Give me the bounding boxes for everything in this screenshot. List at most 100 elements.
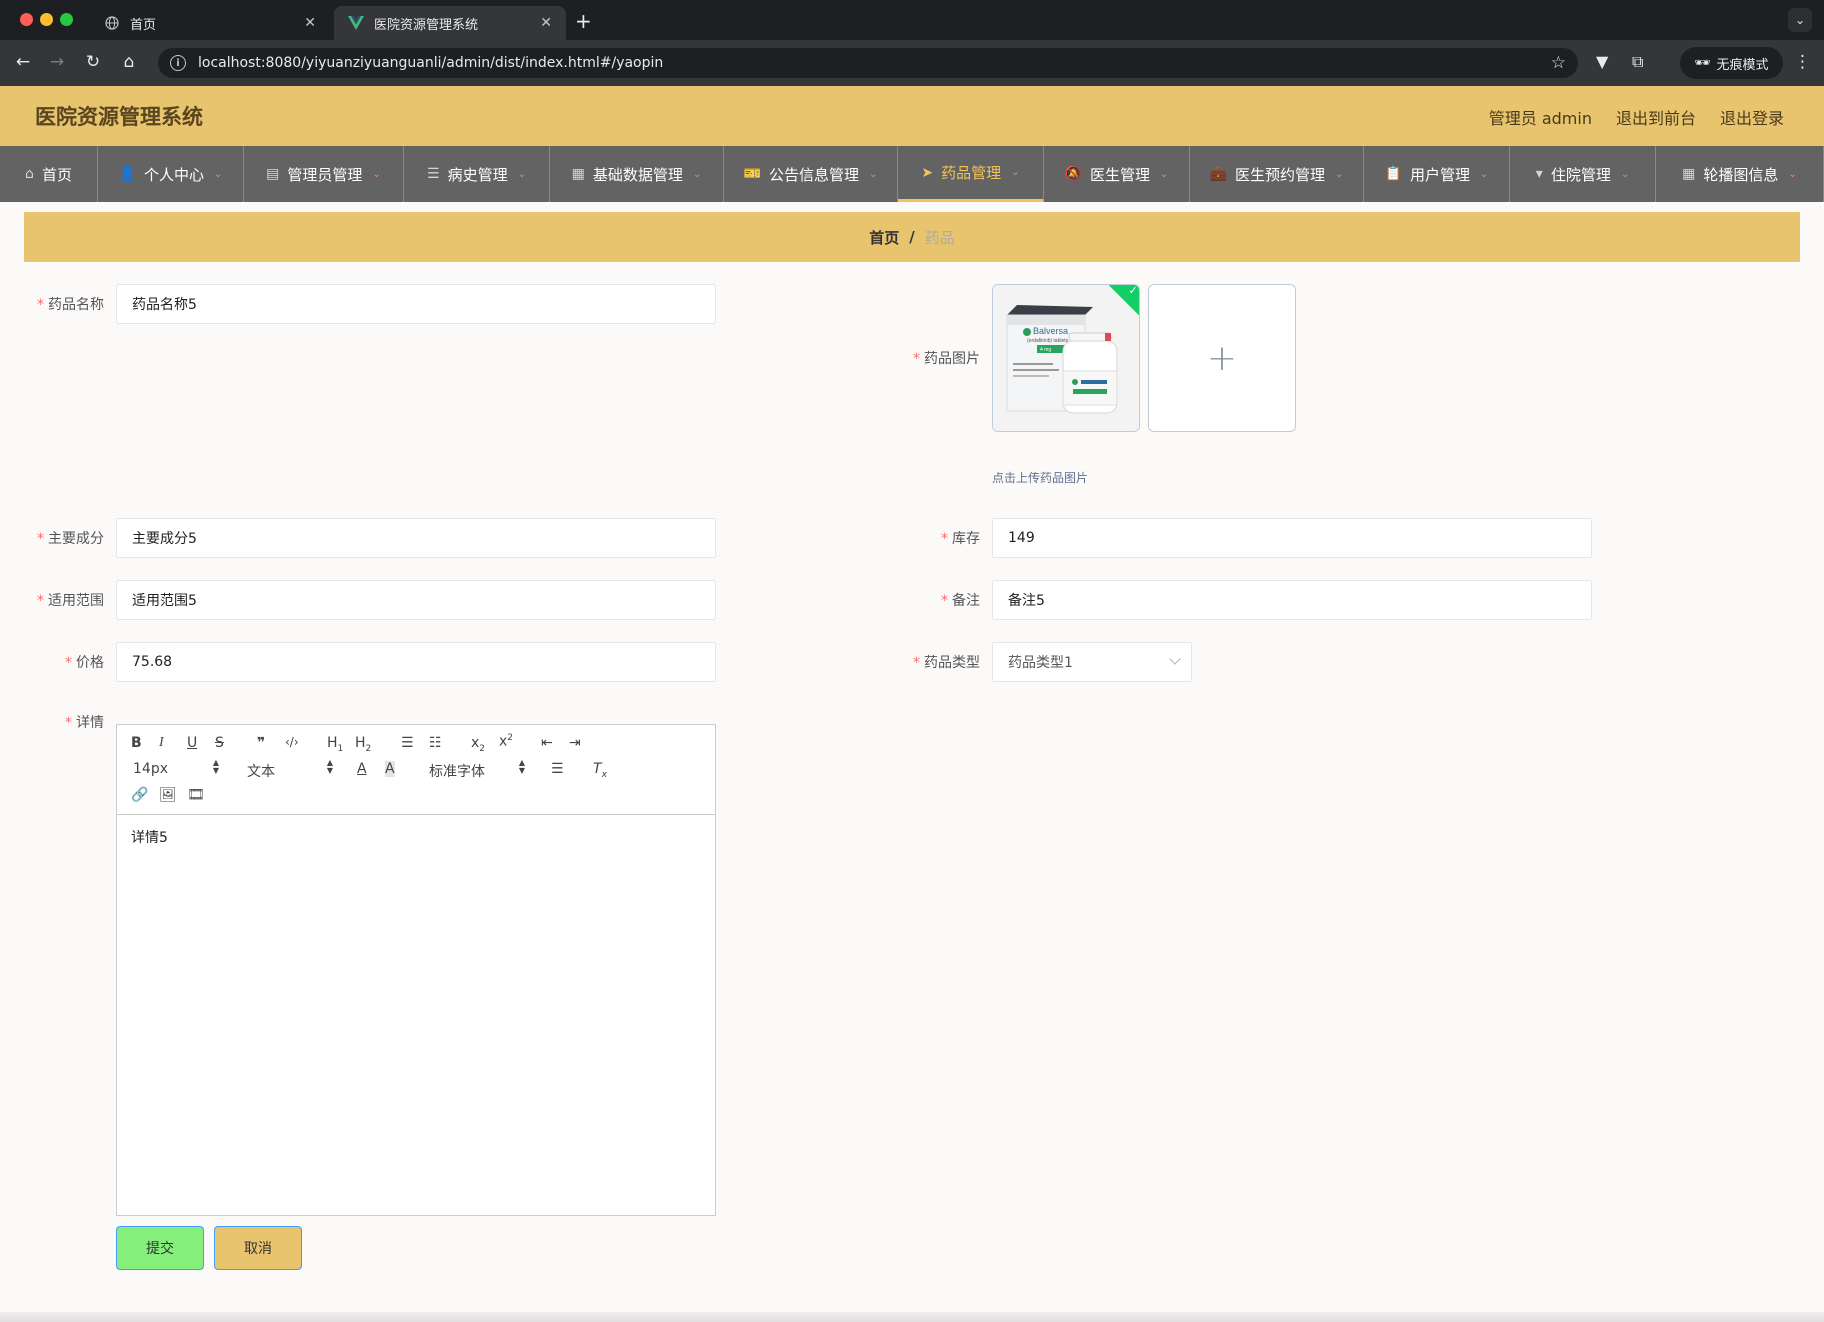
block-type-select[interactable]: 文本 ▲ ▼ [247,759,333,781]
uploaded-image-thumbnail[interactable]: Balversa (erdafitinib) tablets 4 mg ✓ [992,284,1140,432]
nav-item[interactable]: ➤ 药品管理 ⌄ [898,146,1044,202]
italic-icon[interactable]: I [159,735,164,751]
nav-item[interactable]: ⌂ 首页 [0,146,98,202]
code-block-icon[interactable]: ‹/› [285,735,299,749]
nav-item-label: 基础数据管理 [592,165,683,184]
nav-item[interactable]: 📋 用户管理 ⌄ [1364,146,1510,202]
forward-arrow-icon[interactable]: → [46,52,68,72]
url-text[interactable]: localhost:8080/yiyuanziyuanguanli/admin/… [198,55,1551,71]
nav-item[interactable]: ▾ 住院管理 ⌄ [1510,146,1656,202]
window-minimize-button[interactable] [40,13,53,26]
type-select[interactable]: 药品类型1 [992,642,1192,682]
type-label: * 药品类型 [913,655,980,671]
underline-icon[interactable]: U [187,735,197,751]
bookmark-star-icon[interactable]: ☆ [1551,53,1566,73]
window-zoom-button[interactable] [60,13,73,26]
image-icon[interactable]: 🖼 [159,787,177,803]
nav-item-label: 医生管理 [1090,165,1151,184]
submit-button[interactable]: 提交 [116,1226,204,1270]
nav-item-label: 公告信息管理 [769,165,860,184]
more-menu-icon[interactable]: ⋮ [1794,52,1811,72]
window-close-button[interactable] [20,13,33,26]
clipboard-icon: 📋 [1384,166,1403,182]
page-bottom-edge [0,1312,1824,1322]
chevron-down-icon: ⌄ [692,168,702,180]
background-color-icon[interactable]: A [385,761,395,777]
text-color-icon[interactable]: A [357,761,367,777]
align-icon[interactable]: ☰ [551,761,564,777]
updown-icon: ▲ ▼ [212,758,219,775]
reload-icon[interactable]: ↻ [82,52,104,72]
home-icon[interactable]: ⌂ [118,52,140,72]
price-field[interactable]: 75.68 [116,642,716,682]
remark-label: * 备注 [941,593,980,609]
user-area: 管理员 admin 退出到前台 退出登录 [1489,105,1784,129]
close-icon[interactable]: ✕ [540,15,552,31]
font-size-select[interactable]: 14px ▲ ▼ [133,758,219,778]
clear-format-icon[interactable]: Tx [593,761,607,780]
logout-link[interactable]: 退出登录 [1720,105,1784,129]
heading1-icon[interactable]: H1 [327,735,343,754]
indent-icon[interactable]: ⇥ [569,735,581,751]
detail-label: * 详情 [65,715,104,731]
user-icon: 👤 [118,166,137,182]
breadcrumb-home[interactable]: 首页 [869,227,899,248]
breadcrumb-current: 药品 [924,228,955,247]
nav-item[interactable]: ▦ 基础数据管理 ⌄ [550,146,724,202]
page-content: 医院资源管理系统 管理员 admin 退出到前台 退出登录 ⌂ 首页 👤 个人中心 ⌄ ▤… [0,86,1824,1322]
ordered-list-icon[interactable]: ☰ [401,735,414,751]
browser-tab-active[interactable]: 医院资源管理系统 ✕ [334,6,566,40]
editor-content[interactable]: 详情5 [117,815,715,859]
scope-field[interactable]: 适用范围5 [116,580,716,620]
outdent-icon[interactable]: ⇤ [541,735,553,751]
superscript-icon[interactable]: x2 [499,733,513,750]
updown-icon: ▲ ▼ [518,758,525,775]
incognito-badge[interactable]: 🕶 无痕模式 [1680,47,1783,79]
info-icon[interactable]: i [170,55,186,71]
cancel-button[interactable]: 取消 [214,1226,302,1270]
chevron-down-icon[interactable]: ⌄ [1788,8,1812,32]
app-title: 医院资源管理系统 [35,105,203,129]
browser-tab-bar: 首页 ✕ 医院资源管理系统 ✕ + ⌄ [0,0,1824,40]
new-tab-button[interactable]: + [575,9,592,33]
heading2-icon[interactable]: H2 [355,735,371,754]
video-icon[interactable]: 🎞 [187,787,205,803]
close-icon[interactable]: ✕ [304,15,316,31]
vue-devtools-icon[interactable]: ▼ [1596,52,1608,71]
ingredient-field[interactable]: 主要成分5 [116,518,716,558]
upload-add-button[interactable]: + [1148,284,1296,432]
blockquote-icon[interactable]: ❞ [257,735,265,751]
nav-item[interactable]: ▦ 轮播图信息 ⌄ [1656,146,1824,202]
stock-field[interactable]: 149 [992,518,1592,558]
remark-field[interactable]: 备注5 [992,580,1592,620]
link-icon[interactable]: 🔗 [131,787,148,803]
svg-text:4 mg: 4 mg [1040,347,1051,353]
bold-icon[interactable]: B [131,735,142,751]
nav-item[interactable]: ▤ 管理员管理 ⌄ [244,146,404,202]
to-front-link[interactable]: 退出到前台 [1616,105,1696,129]
chevron-down-icon: ⌄ [517,168,526,180]
back-arrow-icon[interactable]: ← [12,52,34,72]
nav-item[interactable]: 👤 个人中心 ⌄ [98,146,244,202]
chevron-down-icon: ⌄ [1788,168,1797,180]
extensions-icon[interactable]: ⧉ [1632,52,1643,72]
nav-item[interactable]: ☰ 病史管理 ⌄ [404,146,550,202]
apps-icon: ▦ [1682,166,1696,182]
nav-item[interactable]: 💼 医生预约管理 ⌄ [1190,146,1364,202]
chevron-down-icon: ⌄ [1620,168,1630,180]
nav-item-label: 首页 [41,165,72,184]
address-bar[interactable]: i localhost:8080/yiyuanziyuanguanli/admi… [158,48,1578,78]
subscript-icon[interactable]: x2 [471,735,485,754]
incognito-label: 无痕模式 [1716,57,1769,73]
chevron-down-icon: ⌄ [1160,168,1169,180]
strikethrough-icon[interactable]: S [215,735,224,751]
name-field[interactable]: 药品名称5 [116,284,716,324]
browser-tab-home[interactable]: 首页 ✕ [90,6,330,40]
nav-item-label: 个人中心 [144,165,205,184]
chart-icon: ▤ [266,166,280,182]
font-family-select[interactable]: 标准字体 ▲ ▼ [429,758,525,781]
nav-item[interactable]: 🔕 医生管理 ⌄ [1044,146,1190,202]
nav-item[interactable]: 🎫 公告信息管理 ⌄ [724,146,898,202]
nav-item-label: 住院管理 [1550,165,1611,184]
bullet-list-icon[interactable]: ☷ [429,735,442,751]
